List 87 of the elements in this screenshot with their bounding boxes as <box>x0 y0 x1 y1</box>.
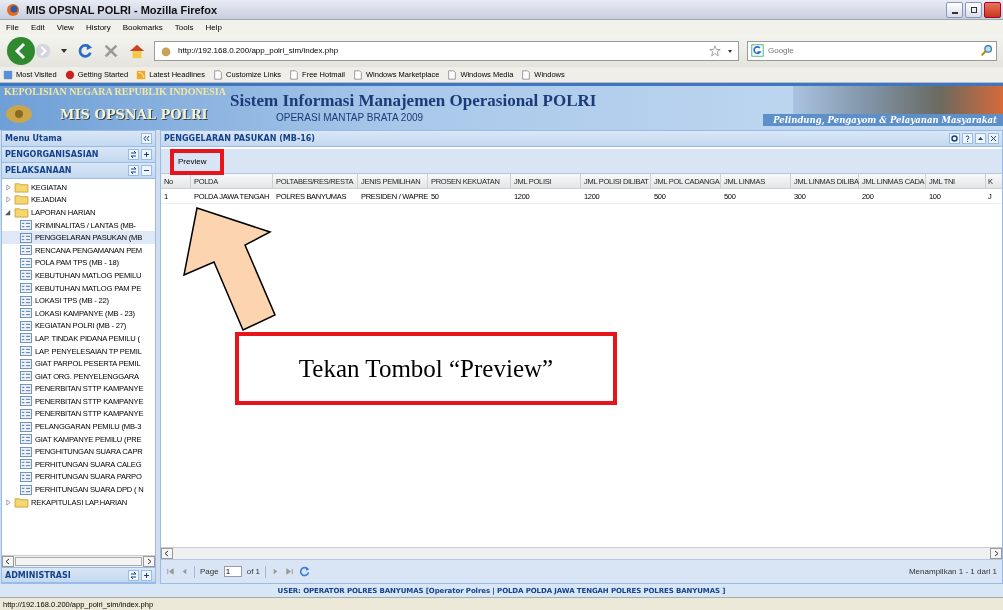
menu-item[interactable]: Edit <box>30 22 45 32</box>
form-icon <box>20 308 32 319</box>
minus-icon[interactable] <box>141 165 152 176</box>
address-bar[interactable]: http://192.168.0.200/app_polri_sim/index.php <box>154 40 739 61</box>
motto: Pelindung, Pengayom & Pelayanan Masyarakat <box>763 114 1003 126</box>
form-icon <box>20 283 32 294</box>
system-title: Sistem Informasi Manajemen Operasional POLRI <box>230 91 597 111</box>
folder-icon <box>14 496 29 508</box>
menu-item[interactable]: Bookmarks <box>122 22 163 32</box>
plus-icon[interactable] <box>141 149 152 160</box>
agency-name: KEPOLISIAN NEGARA REPUBLIK INDONESIA <box>4 86 226 98</box>
accordion-header[interactable]: PENGORGANISASIAN <box>2 147 155 163</box>
form-icon <box>20 270 32 281</box>
emblem-icon <box>4 103 34 125</box>
form-icon <box>20 333 32 344</box>
page-icon[interactable] <box>521 69 532 80</box>
app-name: MIS OPSNAL POLRI <box>60 106 208 122</box>
sidebar-title: Menu Utama <box>5 134 62 143</box>
scroll-left-icon[interactable] <box>161 548 173 559</box>
form-icon <box>20 459 32 470</box>
plus-icon[interactable] <box>141 569 152 581</box>
folder-icon <box>14 194 29 206</box>
form-icon <box>20 421 32 432</box>
close-icon[interactable] <box>988 133 999 144</box>
search-engine-icon[interactable] <box>751 44 764 57</box>
highlight-frame <box>170 149 224 175</box>
record-summary: Menampilkan 1 - 1 dari 1 <box>908 567 997 576</box>
page-icon[interactable] <box>213 69 224 80</box>
accordion-header[interactable]: ADMINISTRASI <box>2 567 155 583</box>
page-icon[interactable] <box>447 69 458 80</box>
scroll-left-icon[interactable] <box>2 556 14 567</box>
close-button[interactable] <box>984 1 1001 18</box>
folder-icon <box>14 181 29 193</box>
form-icon <box>20 257 32 268</box>
form-icon <box>20 383 32 394</box>
restore-button[interactable] <box>965 1 982 18</box>
form-icon <box>20 358 32 369</box>
browser-logo-icon <box>6 2 20 17</box>
bookmark-icon[interactable] <box>64 69 75 80</box>
panel-title: PENGGELARAN PASUKAN (MB-16) <box>164 134 315 143</box>
form-icon <box>20 220 32 231</box>
form-icon <box>20 471 32 482</box>
refresh-icon[interactable] <box>128 165 139 176</box>
menu-item[interactable]: History <box>85 22 111 32</box>
refresh-icon[interactable] <box>128 149 139 160</box>
refresh-icon[interactable] <box>128 569 139 581</box>
operation-name: OPERASI MANTAP BRATA 2009 <box>275 112 425 123</box>
window-title: MIS OPSNAL POLRI - Mozilla Firefox <box>26 3 219 16</box>
annotation-callout: Tekan Tombol “Preview” <box>235 332 617 405</box>
settings-icon[interactable] <box>949 133 960 144</box>
form-icon <box>20 295 32 306</box>
menu-item[interactable]: Tools <box>174 22 194 32</box>
reload-icon[interactable] <box>76 41 94 60</box>
form-icon <box>20 371 32 382</box>
page-icon[interactable] <box>353 69 363 80</box>
minimize-button[interactable] <box>946 1 963 18</box>
menu-item[interactable]: Help <box>205 22 222 32</box>
star-icon[interactable] <box>709 44 721 57</box>
search-icon[interactable] <box>980 44 993 57</box>
page-icon[interactable] <box>289 69 300 80</box>
search-box[interactable]: Google <box>747 40 997 61</box>
preview-button[interactable]: Preview <box>175 154 210 168</box>
form-icon <box>20 245 32 256</box>
form-icon <box>20 396 32 407</box>
form-icon <box>20 446 32 457</box>
menu-item[interactable]: View <box>56 22 74 32</box>
collapse-icon[interactable] <box>975 133 986 144</box>
page-number-field[interactable]: 1 <box>223 566 242 577</box>
menu-item[interactable]: File <box>6 22 19 32</box>
page-count: of 1 <box>246 567 261 576</box>
form-icon <box>20 484 32 495</box>
smart-folder-icon[interactable] <box>3 69 13 80</box>
form-icon <box>20 409 32 419</box>
accordion-header[interactable]: PELAKSANAAN <box>2 163 155 179</box>
collapse-icon[interactable] <box>141 133 152 144</box>
dropdown-caret-icon[interactable] <box>60 46 68 55</box>
address-field[interactable]: http://192.168.0.200/app_polri_sim/index.php <box>178 46 704 55</box>
scroll-right-icon[interactable] <box>990 548 1002 559</box>
help-icon[interactable] <box>962 133 973 144</box>
form-icon <box>20 232 32 243</box>
folder-icon <box>14 207 29 218</box>
page-label: Page <box>200 567 219 576</box>
form-icon <box>20 320 32 331</box>
expand-arrow-icon[interactable] <box>5 209 12 216</box>
form-icon <box>20 346 32 356</box>
form-icon <box>20 434 32 445</box>
scroll-right-icon[interactable] <box>143 556 155 567</box>
